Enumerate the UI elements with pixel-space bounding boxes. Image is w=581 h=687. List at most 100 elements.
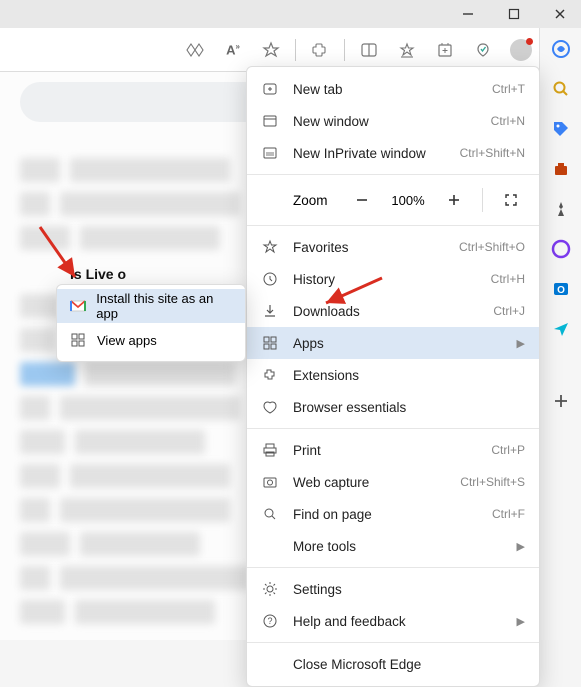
chevron-right-icon: ▶ <box>517 615 525 628</box>
close-button[interactable] <box>547 1 573 27</box>
shortcut: Ctrl+N <box>491 114 525 128</box>
menu-label: New InPrivate window <box>293 146 446 161</box>
download-icon <box>261 302 279 320</box>
copilot-icon[interactable] <box>550 38 572 60</box>
toolbar-separator <box>344 39 345 61</box>
menu-close-edge[interactable]: Close Microsoft Edge <box>247 648 539 680</box>
menu-label: Browser essentials <box>293 400 525 415</box>
menu-new-window[interactable]: New window Ctrl+N <box>247 105 539 137</box>
menu-find[interactable]: Find on page Ctrl+F <box>247 498 539 530</box>
shortcut: Ctrl+Shift+N <box>460 146 525 160</box>
menu-web-capture[interactable]: Web capture Ctrl+Shift+S <box>247 466 539 498</box>
help-icon: ? <box>261 612 279 630</box>
favorites-bar-icon[interactable] <box>391 34 423 66</box>
heart-pulse-icon <box>261 398 279 416</box>
tools-icon[interactable] <box>550 158 572 180</box>
new-tab-icon <box>261 80 279 98</box>
zoom-label: Zoom <box>261 193 338 208</box>
menu-settings[interactable]: Settings <box>247 573 539 605</box>
find-icon <box>261 505 279 523</box>
maximize-button[interactable] <box>501 1 527 27</box>
read-aloud-icon[interactable]: A» <box>217 34 249 66</box>
shortcut: Ctrl+H <box>491 272 525 286</box>
menu-separator <box>247 174 539 175</box>
svg-text:O: O <box>557 285 565 296</box>
separator <box>482 188 483 212</box>
menu-label: Downloads <box>293 304 479 319</box>
settings-and-more-menu: New tab Ctrl+T New window Ctrl+N New InP… <box>246 66 540 687</box>
gear-icon <box>261 580 279 598</box>
menu-new-tab[interactable]: New tab Ctrl+T <box>247 73 539 105</box>
star-icon <box>261 238 279 256</box>
menu-new-inprivate[interactable]: New InPrivate window Ctrl+Shift+N <box>247 137 539 169</box>
blank-icon <box>261 537 279 555</box>
blank-icon <box>261 655 279 673</box>
extensions-icon <box>261 366 279 384</box>
gmail-icon <box>69 297 86 315</box>
shopping-tag-icon[interactable] <box>550 118 572 140</box>
print-icon <box>261 441 279 459</box>
menu-label: Settings <box>293 582 525 597</box>
shortcut: Ctrl+T <box>492 82 525 96</box>
profile-avatar[interactable] <box>505 34 537 66</box>
collections-icon[interactable] <box>429 34 461 66</box>
submenu-view-apps[interactable]: View apps <box>57 323 245 357</box>
menu-label: History <box>293 272 477 287</box>
add-sidebar-icon[interactable] <box>550 390 572 412</box>
apps-grid-icon <box>69 331 87 349</box>
send-icon[interactable] <box>550 318 572 340</box>
split-screen-icon[interactable] <box>353 34 385 66</box>
window-titlebar <box>0 0 581 28</box>
menu-zoom-row: Zoom 100% <box>247 180 539 220</box>
menu-help[interactable]: ? Help and feedback ▶ <box>247 605 539 637</box>
zoom-in-button[interactable] <box>440 186 468 214</box>
zoom-value: 100% <box>386 193 430 208</box>
games-icon[interactable] <box>550 198 572 220</box>
menu-separator <box>247 567 539 568</box>
menu-separator <box>247 225 539 226</box>
menu-apps[interactable]: Apps ▶ <box>247 327 539 359</box>
office-icon[interactable] <box>550 238 572 260</box>
menu-label: More tools <box>293 539 503 554</box>
submenu-label: Install this site as an app <box>96 291 233 321</box>
menu-label: Find on page <box>293 507 478 522</box>
outlook-icon[interactable]: O <box>550 278 572 300</box>
menu-print[interactable]: Print Ctrl+P <box>247 434 539 466</box>
fullscreen-button[interactable] <box>497 186 525 214</box>
submenu-install-app[interactable]: Install this site as an app <box>57 289 245 323</box>
menu-extensions[interactable]: Extensions <box>247 359 539 391</box>
menu-label: Close Microsoft Edge <box>293 657 525 672</box>
shortcut: Ctrl+P <box>491 443 525 457</box>
favorite-star-icon[interactable] <box>255 34 287 66</box>
svg-text:?: ? <box>267 616 272 626</box>
menu-label: Favorites <box>293 240 445 255</box>
apps-icon <box>261 334 279 352</box>
submenu-label: View apps <box>97 333 157 348</box>
menu-more-tools[interactable]: More tools ▶ <box>247 530 539 562</box>
history-icon <box>261 270 279 288</box>
menu-label: Help and feedback <box>293 614 503 629</box>
menu-history[interactable]: History Ctrl+H <box>247 263 539 295</box>
shortcut: Ctrl+Shift+S <box>460 475 525 489</box>
menu-label: Extensions <box>293 368 525 383</box>
zoom-out-button[interactable] <box>348 186 376 214</box>
chevron-right-icon: ▶ <box>517 337 525 350</box>
menu-separator <box>247 428 539 429</box>
apps-submenu: Install this site as an app View apps <box>56 284 246 362</box>
search-icon[interactable] <box>550 78 572 100</box>
minimize-button[interactable] <box>455 1 481 27</box>
menu-label: Print <box>293 443 477 458</box>
browser-essentials-icon[interactable] <box>467 34 499 66</box>
menu-label: Web capture <box>293 475 446 490</box>
menu-browser-essentials[interactable]: Browser essentials <box>247 391 539 423</box>
edge-sidebar: O <box>539 28 581 640</box>
extensions-icon[interactable] <box>304 34 336 66</box>
diamond-icon[interactable] <box>179 34 211 66</box>
menu-label: New window <box>293 114 477 129</box>
menu-label: New tab <box>293 82 478 97</box>
menu-downloads[interactable]: Downloads Ctrl+J <box>247 295 539 327</box>
menu-label: Apps <box>293 336 503 351</box>
menu-favorites[interactable]: Favorites Ctrl+Shift+O <box>247 231 539 263</box>
shortcut: Ctrl+F <box>492 507 525 521</box>
toolbar-separator <box>295 39 296 61</box>
